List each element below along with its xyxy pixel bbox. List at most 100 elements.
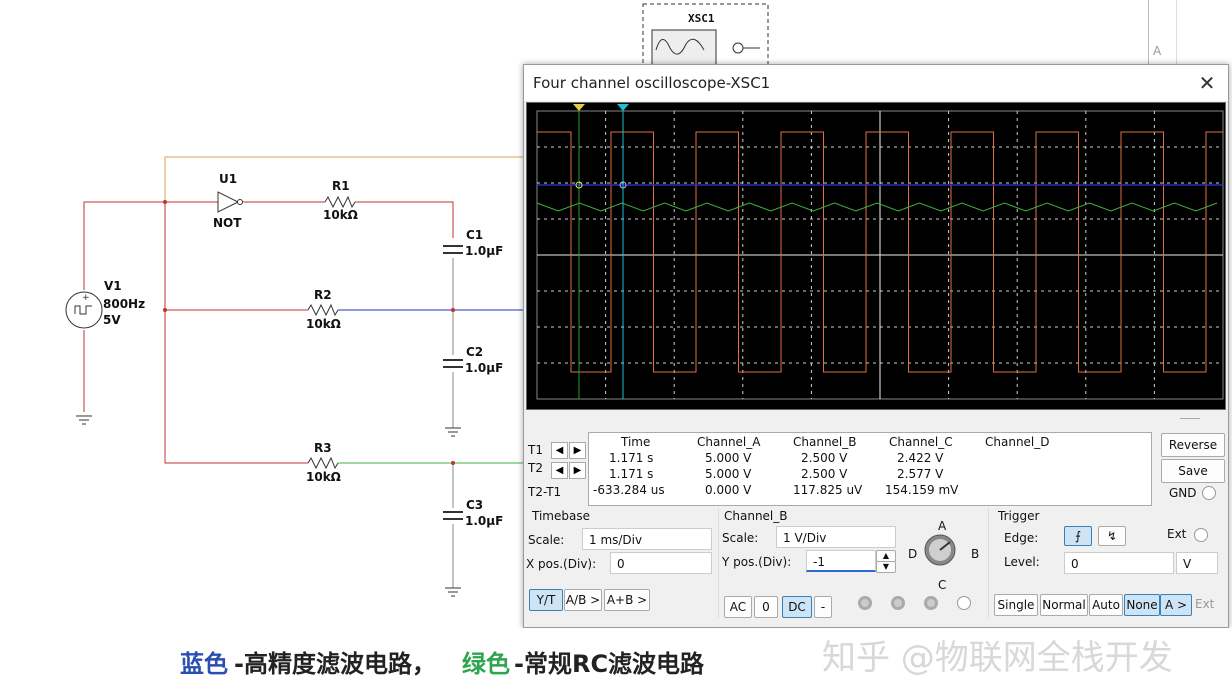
ypos-field[interactable]: -1	[806, 550, 876, 572]
timebase-scale-label: Scale:	[528, 533, 565, 547]
c1-ref: C1	[466, 228, 484, 242]
c1-value: 1.0μF	[465, 244, 504, 258]
delta-channel-c: 154.159 mV	[885, 483, 959, 497]
trigger-source-ext[interactable]: Ext	[1195, 597, 1214, 611]
knob-label-a: A	[938, 519, 947, 533]
single-button[interactable]: Single	[994, 594, 1038, 616]
channel-c-terminal-icon[interactable]	[924, 596, 938, 610]
xpos-field[interactable]: 0	[610, 552, 712, 574]
divider	[718, 508, 719, 618]
t2-channel-b: 2.500 V	[801, 467, 848, 481]
delta-channel-b: 117.825 uV	[793, 483, 863, 497]
t2-channel-a: 5.000 V	[705, 467, 752, 481]
close-icon[interactable]: ✕	[1194, 70, 1220, 96]
gnd-label: GND	[1169, 486, 1197, 500]
header-time: Time	[621, 435, 651, 449]
gnd-terminal-icon[interactable]	[1202, 486, 1216, 500]
timebase-title: Timebase	[532, 509, 590, 523]
channel-title: Channel_B	[724, 509, 788, 523]
resistor-r2	[307, 303, 339, 317]
channel-d-terminal-icon[interactable]	[957, 596, 971, 610]
t1-channel-c: 2.422 V	[897, 451, 944, 465]
channel-selector-knob-icon[interactable]	[923, 533, 957, 567]
resistor-r3	[307, 456, 339, 470]
scope-terminal	[732, 42, 744, 54]
t2-right-arrow-icon[interactable]: ▶	[569, 462, 586, 479]
ext-trigger-label: Ext	[1167, 527, 1187, 541]
not-gate	[217, 191, 240, 213]
gate-type: NOT	[213, 216, 242, 230]
none-button[interactable]: None	[1124, 594, 1160, 616]
level-label: Level:	[1004, 555, 1040, 569]
ypos-down-icon[interactable]: ▼	[876, 561, 896, 573]
falling-edge-icon[interactable]: ↯	[1098, 526, 1126, 546]
channel-b-terminal-icon[interactable]	[891, 596, 905, 610]
capacitor-c3	[443, 511, 463, 520]
timebase-scale-field[interactable]: 1 ms/Div	[582, 528, 712, 550]
channel-scale-label: Scale:	[722, 531, 759, 545]
scope-svg	[536, 104, 1224, 400]
ext-trigger-terminal-icon[interactable]	[1194, 528, 1208, 542]
t1-channel-b: 2.500 V	[801, 451, 848, 465]
normal-button[interactable]: Normal	[1040, 594, 1088, 616]
row-label-t2t1: T2-T1	[528, 485, 562, 499]
t2-time: 1.171 s	[609, 467, 654, 481]
caption-part1: -高精度滤波电路，	[234, 650, 436, 678]
t1-left-arrow-icon[interactable]: ◀	[551, 442, 568, 459]
t1-channel-a: 5.000 V	[705, 451, 752, 465]
capacitor-c1	[443, 245, 463, 254]
t2-left-arrow-icon[interactable]: ◀	[551, 462, 568, 479]
header-channel-d: Channel_D	[985, 435, 1050, 449]
c2-ref: C2	[466, 345, 484, 359]
titlebar[interactable]: Four channel oscilloscope-XSC1 ✕	[524, 65, 1228, 101]
reverse-button[interactable]: Reverse	[1161, 433, 1225, 457]
channel-a-terminal-icon[interactable]	[858, 596, 872, 610]
dc-button[interactable]: DC	[782, 596, 812, 618]
a-plus-b-button[interactable]: A+B >	[604, 589, 650, 611]
t2-channel-c: 2.577 V	[897, 467, 944, 481]
channel-scale-field[interactable]: 1 V/Div	[776, 526, 896, 548]
c3-ref: C3	[466, 498, 484, 512]
invert-button[interactable]: -	[814, 596, 832, 618]
yt-button[interactable]: Y/T	[529, 589, 563, 611]
save-button[interactable]: Save	[1161, 459, 1225, 483]
r1-ref: R1	[332, 179, 350, 193]
trigger-title: Trigger	[998, 509, 1040, 523]
xpos-label: X pos.(Div):	[526, 557, 597, 571]
v1-ref: V1	[104, 279, 122, 293]
caption-blue: 蓝色	[180, 650, 228, 678]
capacitor-c2	[443, 359, 463, 368]
resize-grip[interactable]	[1180, 418, 1200, 419]
scope-display[interactable]	[526, 102, 1226, 410]
red-wires	[83, 201, 454, 464]
auto-button[interactable]: Auto	[1089, 594, 1123, 616]
delta-time: -633.284 us	[593, 483, 665, 497]
zero-button[interactable]: 0	[754, 596, 778, 618]
ac-button[interactable]: AC	[724, 596, 752, 618]
header-channel-b: Channel_B	[793, 435, 857, 449]
t1-right-arrow-icon[interactable]: ▶	[569, 442, 586, 459]
cursor-t2-marker-icon	[617, 104, 629, 111]
row-label-t1: T1	[528, 443, 543, 457]
t1-time: 1.171 s	[609, 451, 654, 465]
knob-label-b: B	[971, 547, 980, 561]
level-unit-field[interactable]: V	[1176, 552, 1218, 574]
divider	[988, 508, 989, 618]
level-field[interactable]: 0	[1064, 552, 1174, 574]
delta-channel-a: 0.000 V	[705, 483, 752, 497]
header-channel-c: Channel_C	[889, 435, 953, 449]
r2-value: 10kΩ	[306, 317, 341, 331]
ground-symbols	[76, 415, 461, 597]
gate-ref: U1	[219, 172, 238, 186]
header-channel-a: Channel_A	[697, 435, 761, 449]
knob-label-c: C	[938, 578, 947, 592]
r1-value: 10kΩ	[323, 208, 358, 222]
ab-button[interactable]: A/B >	[564, 589, 602, 611]
v1-freq: 800Hz	[103, 297, 146, 311]
oscilloscope-window[interactable]: Four channel oscilloscope-XSC1 ✕ T1 T2 T…	[523, 64, 1229, 628]
r2-ref: R2	[314, 288, 332, 302]
caption-green: 绿色	[462, 650, 510, 678]
r3-ref: R3	[314, 441, 332, 455]
trigger-source-a-button[interactable]: A >	[1160, 594, 1192, 616]
rising-edge-icon[interactable]: ⨍	[1064, 526, 1092, 546]
